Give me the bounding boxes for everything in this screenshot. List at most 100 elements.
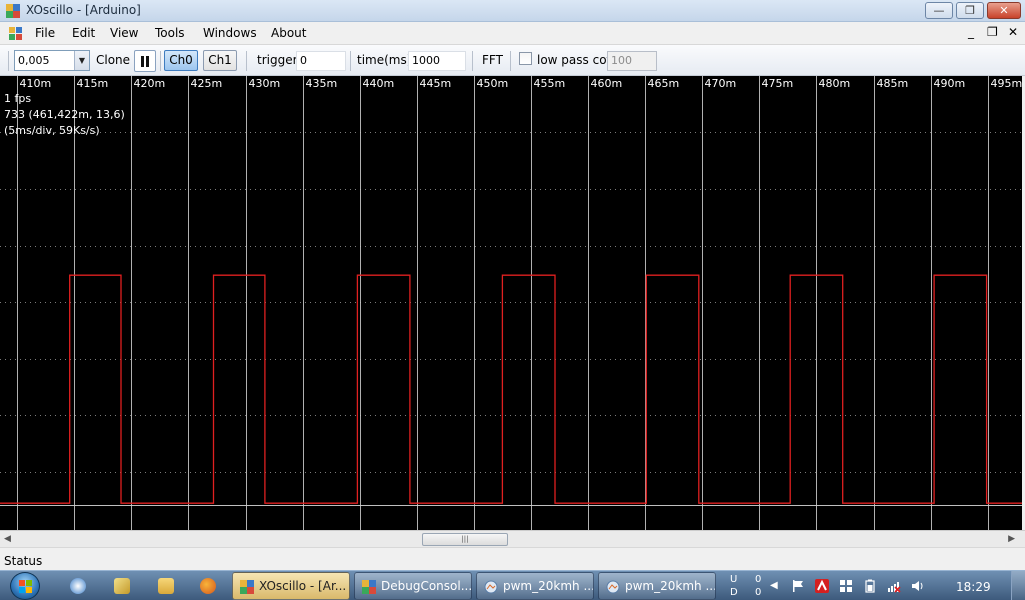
- tray-expand-icon[interactable]: ◀: [770, 580, 778, 591]
- time-tick-label: 420m: [134, 77, 166, 90]
- ie-icon[interactable]: [70, 578, 86, 594]
- net-download-value: 0: [755, 587, 762, 598]
- net-upload-label: U: [730, 574, 738, 585]
- menu-about[interactable]: About: [271, 26, 306, 40]
- net-upload-value: 0: [755, 574, 762, 585]
- pause-button[interactable]: [134, 50, 156, 72]
- toolbar-grip: [8, 51, 9, 71]
- image-task-icon: [606, 580, 620, 594]
- action-center-flag-icon[interactable]: [791, 579, 805, 593]
- antivirus-icon[interactable]: [815, 579, 829, 593]
- time-tick-label: 490m: [934, 77, 966, 90]
- scope-display[interactable]: 410m 415m 420m 425m 430m 435m 440m 445m 450m 455m…: [0, 76, 1025, 530]
- tools-icon[interactable]: [114, 578, 130, 594]
- low-pass-checkbox[interactable]: [519, 52, 532, 65]
- scroll-thumb[interactable]: |||: [422, 533, 508, 546]
- time-tick-label: 455m: [534, 77, 566, 90]
- menu-file[interactable]: File: [35, 26, 55, 40]
- low-pass-input: 100: [607, 51, 657, 71]
- clone-button[interactable]: Clone: [96, 53, 130, 67]
- trigger-label: trigger: [257, 53, 298, 67]
- net-download-label: D: [730, 587, 738, 598]
- time-tick-label: 470m: [705, 77, 737, 90]
- clock[interactable]: 18:29: [956, 580, 991, 594]
- status-text: Status: [4, 554, 43, 568]
- time-tick-label: 430m: [249, 77, 281, 90]
- menu-bar: File Edit View Tools Windows About _ ❐ ✕: [0, 22, 1025, 45]
- battery-icon[interactable]: [863, 579, 877, 593]
- task-label: XOscillo - [Ar...: [259, 579, 347, 593]
- child-close-button[interactable]: ✕: [1008, 25, 1018, 39]
- cursor-readout: 733 (461,422m, 13,6): [4, 108, 125, 121]
- time-tick-label: 440m: [363, 77, 395, 90]
- timebase-value: 0,005: [18, 54, 50, 67]
- menu-tools[interactable]: Tools: [155, 26, 185, 40]
- child-minimize-button[interactable]: _: [968, 25, 974, 39]
- firefox-icon[interactable]: [200, 578, 216, 594]
- window-title: XOscillo - [Arduino]: [26, 3, 141, 17]
- time-tick-label: 435m: [306, 77, 338, 90]
- channel-1-button[interactable]: Ch1: [203, 50, 237, 71]
- pause-icon: [141, 56, 144, 67]
- pause-icon-bar: [146, 56, 149, 67]
- task-label: DebugConsol...: [381, 579, 472, 593]
- minimize-button[interactable]: —: [925, 2, 953, 19]
- time-tick-label: 460m: [591, 77, 623, 90]
- scroll-right-icon[interactable]: ▶: [1008, 534, 1015, 544]
- time-tick-label: 425m: [191, 77, 223, 90]
- toolbar: 0,005 ▼ Clone Ch0 Ch1 trigger 0 time(ms)…: [0, 45, 1025, 76]
- xoscillo-task-icon: [240, 580, 254, 594]
- time-tick-label: 445m: [420, 77, 452, 90]
- time-tick-label: 495m: [991, 77, 1023, 90]
- taskbar: XOscillo - [Ar... DebugConsol... pwm_20k…: [0, 570, 1025, 600]
- restore-button[interactable]: ❐: [956, 2, 984, 19]
- task-label: pwm_20kmh ...: [503, 579, 594, 593]
- toolbar-separator: [510, 51, 511, 71]
- child-window-icon[interactable]: [9, 27, 22, 40]
- time-tick-label: 465m: [648, 77, 680, 90]
- signal-trace: [0, 274, 1022, 504]
- app-icon: [6, 4, 20, 18]
- toolbar-separator: [472, 51, 473, 71]
- child-restore-button[interactable]: ❐: [987, 25, 998, 39]
- task-pwm-1[interactable]: pwm_20kmh ...: [476, 572, 594, 600]
- time-tick-label: 485m: [877, 77, 909, 90]
- scope-plot[interactable]: 410m 415m 420m 425m 430m 435m 440m 445m 450m 455m…: [0, 76, 1025, 530]
- scale-readout: (5ms/div, 59Ks/s): [4, 124, 100, 137]
- folder-icon[interactable]: [158, 578, 174, 594]
- network-icon[interactable]: [887, 579, 901, 593]
- start-button[interactable]: [10, 572, 40, 600]
- time-tick-label: 450m: [477, 77, 509, 90]
- timebase-dropdown[interactable]: 0,005 ▼: [14, 50, 90, 71]
- menu-view[interactable]: View: [110, 26, 138, 40]
- scroll-left-icon[interactable]: ◀: [4, 534, 11, 544]
- low-pass-label: low pass cof: [537, 53, 611, 67]
- status-bar: Status: [0, 547, 1025, 570]
- menu-edit[interactable]: Edit: [72, 26, 95, 40]
- volume-icon[interactable]: [911, 579, 925, 593]
- show-desktop-button[interactable]: [1011, 571, 1025, 600]
- menu-windows[interactable]: Windows: [203, 26, 257, 40]
- close-button[interactable]: ✕: [987, 2, 1021, 19]
- debugconsole-task-icon: [362, 580, 376, 594]
- time-input[interactable]: 1000: [408, 51, 466, 71]
- title-bar: XOscillo - [Arduino] — ❐ ✕: [0, 0, 1025, 22]
- time-tick-label: 475m: [762, 77, 794, 90]
- toolbar-separator: [350, 51, 351, 71]
- time-tick-label: 480m: [819, 77, 851, 90]
- time-label: time(ms): [357, 53, 412, 67]
- windows-update-icon[interactable]: [839, 579, 853, 593]
- windows-logo-icon: [19, 580, 32, 593]
- task-label: pwm_20kmh ...: [625, 579, 716, 593]
- task-debugconsole[interactable]: DebugConsol...: [354, 572, 472, 600]
- image-task-icon: [484, 580, 498, 594]
- horizontal-scrollbar[interactable]: ◀ ||| ▶: [0, 530, 1025, 547]
- task-pwm-2[interactable]: pwm_20kmh ...: [598, 572, 716, 600]
- chevron-down-icon[interactable]: ▼: [74, 51, 89, 70]
- fft-button[interactable]: FFT: [482, 53, 503, 67]
- trigger-input[interactable]: 0: [296, 51, 346, 71]
- fps-readout: 1 fps: [4, 92, 32, 105]
- task-xoscillo[interactable]: XOscillo - [Ar...: [232, 572, 350, 600]
- toolbar-separator: [246, 51, 247, 71]
- channel-0-button[interactable]: Ch0: [164, 50, 198, 71]
